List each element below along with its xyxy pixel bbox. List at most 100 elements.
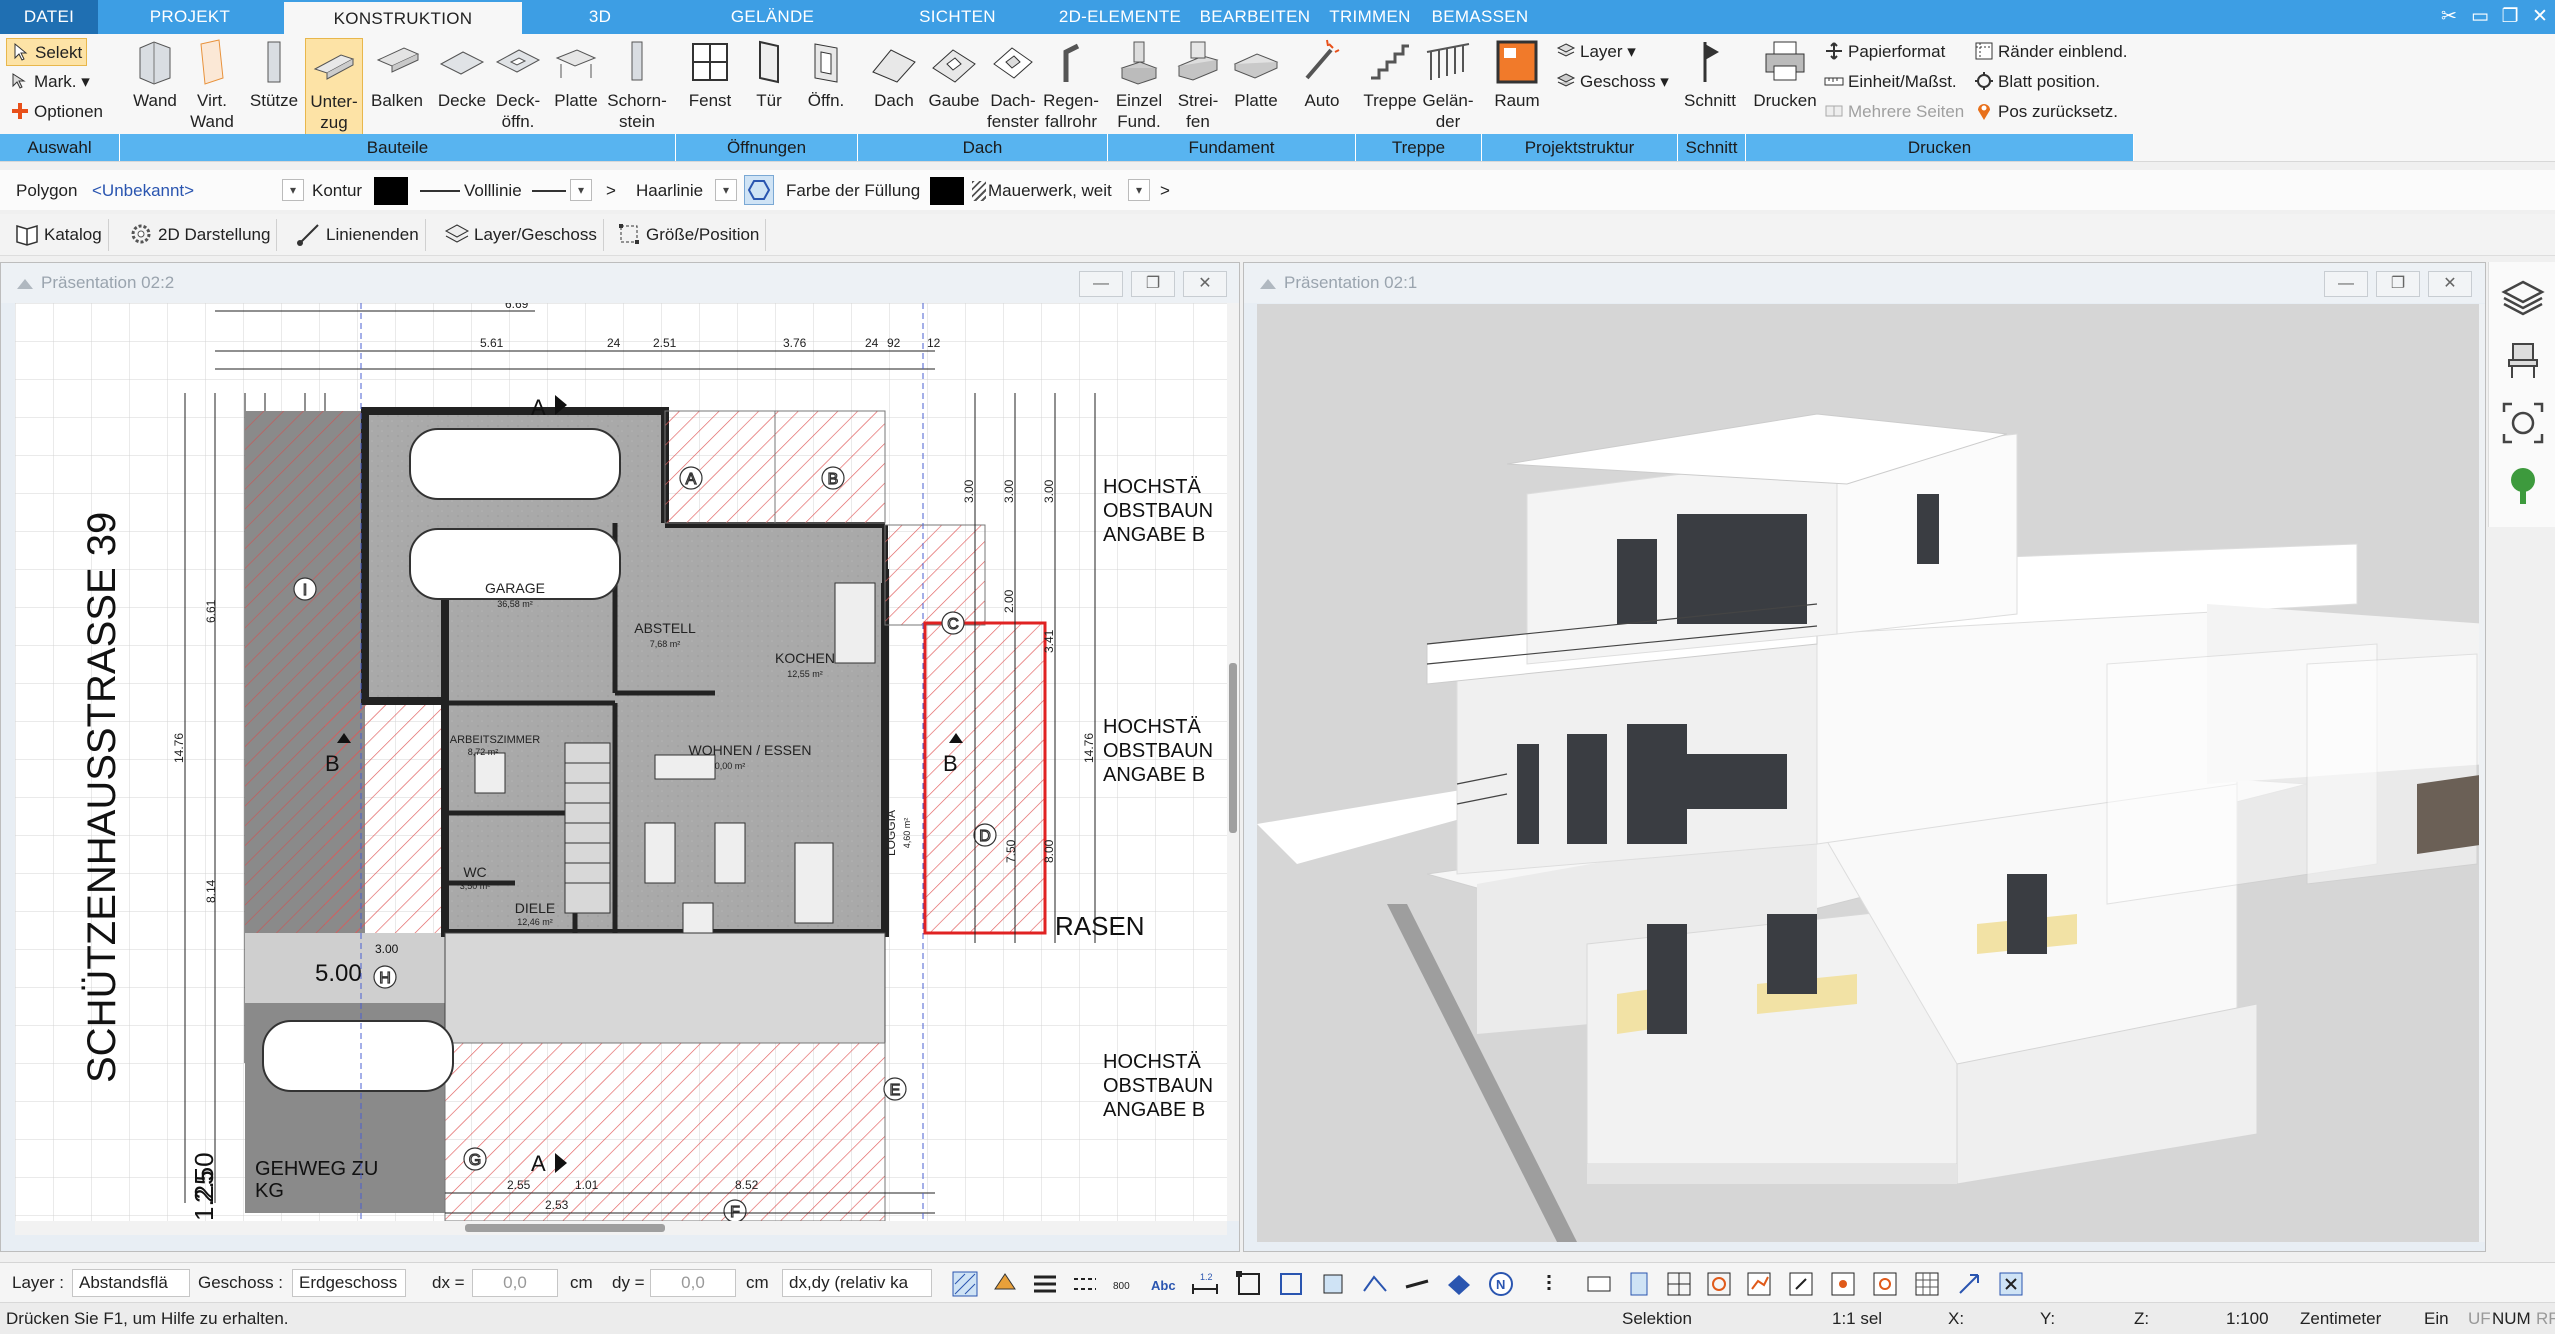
plan-hscroll-thumb[interactable] bbox=[465, 1224, 665, 1232]
line-style-icon[interactable] bbox=[1070, 1269, 1100, 1299]
katalog-button[interactable]: Katalog bbox=[10, 219, 109, 251]
schornstein-button[interactable]: Schorn-stein bbox=[604, 38, 670, 132]
north-icon[interactable]: N bbox=[1486, 1269, 1516, 1299]
streifenfundament-button[interactable]: Strei-fen bbox=[1172, 38, 1224, 132]
plan-vscroll-thumb[interactable] bbox=[1229, 663, 1237, 833]
plan-horizontal-scrollbar[interactable] bbox=[15, 1221, 1227, 1235]
more-options-icon[interactable] bbox=[1534, 1269, 1564, 1299]
regenfallrohr-button[interactable]: Regen-fallrohr bbox=[1040, 38, 1102, 132]
snap-points-icon[interactable] bbox=[1276, 1269, 1306, 1299]
tab-datei[interactable]: DATEI bbox=[0, 0, 98, 34]
layer-select[interactable]: Abstandsflä bbox=[72, 1269, 190, 1297]
selekt-button[interactable]: Selekt bbox=[6, 38, 88, 66]
dx-input[interactable]: 0,0 bbox=[472, 1269, 558, 1297]
plan-close-button[interactable]: ✕ bbox=[1183, 271, 1227, 297]
plan-vertical-scrollbar[interactable] bbox=[1227, 303, 1239, 1221]
tools-icon[interactable]: ✂ bbox=[2436, 4, 2462, 30]
groesse-position-button[interactable]: Größe/Position bbox=[612, 219, 767, 251]
raender-button[interactable]: Ränder einblend. bbox=[1974, 38, 2127, 66]
tab-bearbeiten[interactable]: BEARBEITEN bbox=[1195, 0, 1315, 34]
3d-restore-button[interactable]: ❐ bbox=[2376, 271, 2420, 297]
einheit-button[interactable]: Einheit/Maßst. bbox=[1824, 68, 1957, 96]
3d-viewport[interactable] bbox=[1257, 304, 2479, 1242]
balken-button[interactable]: Balken bbox=[366, 38, 428, 111]
view-page-icon[interactable] bbox=[1624, 1269, 1654, 1299]
haarlinie-dropdown[interactable]: ▾ bbox=[715, 179, 737, 201]
haarlinie-value[interactable]: Haarlinie bbox=[636, 178, 703, 204]
view-dot-icon[interactable] bbox=[1828, 1269, 1858, 1299]
contour-color-swatch[interactable] bbox=[374, 177, 408, 205]
einzelfundament-button[interactable]: Einzel Fund. bbox=[1112, 38, 1166, 132]
view-target-icon[interactable] bbox=[1870, 1269, 1900, 1299]
fill-color-swatch[interactable] bbox=[930, 177, 964, 205]
layer-dropdown-arrow[interactable]: ▾ bbox=[282, 179, 304, 201]
pattern-value[interactable]: Mauerwerk, weit bbox=[988, 178, 1112, 204]
deckoeffnung-button[interactable]: Deck-öffn. bbox=[490, 38, 546, 132]
plan-minimize-button[interactable]: — bbox=[1079, 271, 1123, 297]
view-raster-icon[interactable] bbox=[1912, 1269, 1942, 1299]
drucken-button[interactable]: Drucken bbox=[1752, 38, 1818, 111]
platte-button[interactable]: Platte bbox=[548, 38, 604, 111]
optionen-button[interactable]: Optionen bbox=[10, 98, 103, 126]
snap-edge-icon[interactable] bbox=[1360, 1269, 1390, 1299]
hatch-toggle-icon[interactable] bbox=[950, 1269, 980, 1299]
unterzug-button[interactable]: Unter-zug bbox=[305, 38, 363, 136]
dachfenster-button[interactable]: Dach-fenster bbox=[984, 38, 1042, 132]
auto-button[interactable]: Auto bbox=[1296, 38, 1348, 111]
fundamentplatte-button[interactable]: Platte bbox=[1228, 38, 1284, 111]
input-mode-select[interactable]: dx,dy (relativ ka bbox=[782, 1269, 932, 1297]
close-icon[interactable]: ✕ bbox=[2527, 4, 2553, 30]
dach-button[interactable]: Dach bbox=[868, 38, 920, 111]
polygon-fill-toggle[interactable] bbox=[744, 175, 774, 205]
dimension-style-icon[interactable]: 800 bbox=[1110, 1269, 1140, 1299]
arrow-label-1[interactable]: > bbox=[606, 178, 616, 204]
floor-plan-canvas[interactable]: 6.69 5.61 2.51 3.76 24 24 92 12 6.61 14.… bbox=[15, 303, 1227, 1221]
gelaender-button[interactable]: Gelän-der bbox=[1420, 38, 1476, 132]
treppe-button[interactable]: Treppe bbox=[1362, 38, 1418, 111]
tab-3d[interactable]: 3D bbox=[560, 0, 640, 34]
tree-icon[interactable] bbox=[2496, 458, 2550, 512]
linetype-value[interactable]: Volllinie bbox=[464, 178, 522, 204]
snap-mid-icon[interactable] bbox=[1402, 1269, 1432, 1299]
snap-object-icon[interactable] bbox=[1318, 1269, 1348, 1299]
3d-close-button[interactable]: ✕ bbox=[2428, 271, 2472, 297]
restore-icon[interactable]: ❐ bbox=[2497, 4, 2523, 30]
view-chart-icon[interactable] bbox=[1744, 1269, 1774, 1299]
mark-button[interactable]: Mark. ▾ bbox=[10, 68, 90, 96]
tab-gelaende[interactable]: GELÄNDE bbox=[715, 0, 830, 34]
measure-icon[interactable]: 1.2 bbox=[1190, 1269, 1220, 1299]
snap-surface-icon[interactable] bbox=[1444, 1269, 1474, 1299]
blatt-position-button[interactable]: Blatt position. bbox=[1974, 68, 2100, 96]
tuer-button[interactable]: Tür bbox=[746, 38, 792, 111]
linienenden-button[interactable]: Linienenden bbox=[292, 219, 426, 251]
fill-toggle-icon[interactable] bbox=[990, 1269, 1020, 1299]
tab-konstruktion[interactable]: KONSTRUKTION bbox=[284, 2, 522, 34]
layer-value[interactable]: <Unbekannt> bbox=[92, 178, 282, 204]
view-link-icon[interactable] bbox=[1786, 1269, 1816, 1299]
tab-trimmen[interactable]: TRIMMEN bbox=[1325, 0, 1415, 34]
tab-sichten[interactable]: SICHTEN bbox=[900, 0, 1015, 34]
snap-frame-icon[interactable] bbox=[1234, 1269, 1264, 1299]
3d-minimize-button[interactable]: — bbox=[2324, 271, 2368, 297]
tab-2d-elemente[interactable]: 2D-ELEMENTE bbox=[1050, 0, 1190, 34]
dy-input[interactable]: 0,0 bbox=[650, 1269, 736, 1297]
line-thickness-icon[interactable] bbox=[1030, 1269, 1060, 1299]
layer-geschoss-button[interactable]: Layer/Geschoss bbox=[440, 219, 604, 251]
zoom-extents-icon[interactable] bbox=[2496, 396, 2550, 450]
wand-button[interactable]: Wand bbox=[126, 38, 184, 111]
pos-zuruecksetzen-button[interactable]: Pos zurücksetz. bbox=[1974, 98, 2118, 126]
schnitt-button[interactable]: Schnitt bbox=[1680, 38, 1740, 111]
2d-darstellung-button[interactable]: 2D Darstellung bbox=[124, 219, 278, 251]
minimize-icon[interactable]: ▭ bbox=[2467, 4, 2493, 30]
view-arrow-icon[interactable] bbox=[1954, 1269, 1984, 1299]
decke-button[interactable]: Decke bbox=[432, 38, 492, 111]
text-toggle-icon[interactable]: Abc bbox=[1150, 1269, 1180, 1299]
geschoss-dropdown[interactable]: Geschoss ▾ bbox=[1556, 68, 1669, 96]
tab-projekt[interactable]: PROJEKT bbox=[120, 0, 260, 34]
virt-wand-button[interactable]: Virt. Wand bbox=[184, 38, 240, 132]
gaube-button[interactable]: Gaube bbox=[926, 38, 982, 111]
view-select-icon[interactable] bbox=[1996, 1269, 2026, 1299]
linetype-dropdown[interactable]: ▾ bbox=[570, 179, 592, 201]
tab-bemassen[interactable]: BEMASSEN bbox=[1430, 0, 1530, 34]
view-plan-icon[interactable] bbox=[1584, 1269, 1614, 1299]
